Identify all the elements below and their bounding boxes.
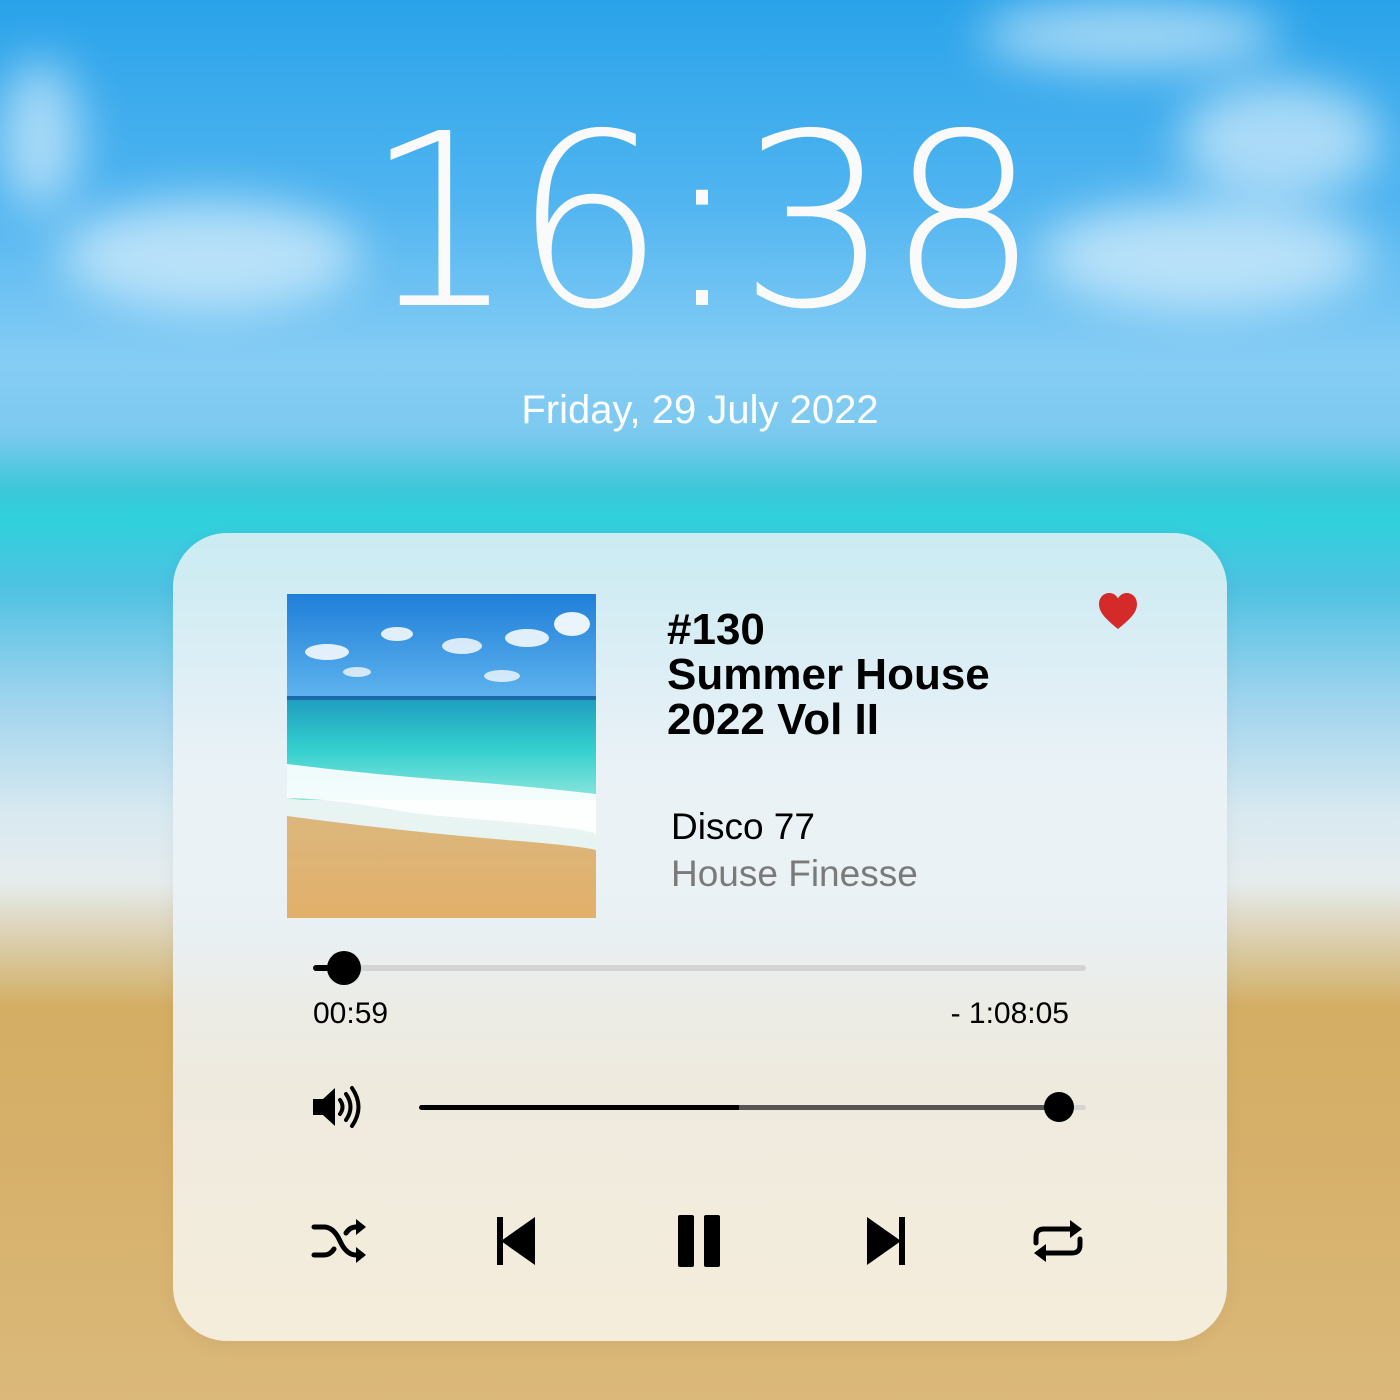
- shuffle-icon: [311, 1219, 366, 1263]
- background-cloud: [980, 0, 1280, 70]
- progress-bar[interactable]: [313, 951, 1086, 985]
- speaker-icon[interactable]: [311, 1081, 365, 1133]
- pause-icon: [678, 1215, 720, 1267]
- episode-number: #130: [667, 605, 765, 654]
- volume-fill: [419, 1105, 1060, 1110]
- episode-title: #130 Summer House 2022 Vol II: [667, 607, 1087, 742]
- next-button[interactable]: [857, 1213, 917, 1269]
- skip-next-icon: [867, 1217, 905, 1265]
- episode-volume: 2022 Vol II: [667, 695, 879, 744]
- lockscreen-time: 16:38: [364, 82, 1040, 362]
- volume-slider[interactable]: [419, 1092, 1086, 1122]
- repeat-button[interactable]: [1028, 1213, 1088, 1269]
- lockscreen-date: Friday, 29 July 2022: [521, 388, 879, 432]
- album-cover: [287, 594, 596, 918]
- shuffle-button[interactable]: [310, 1213, 370, 1269]
- remaining-time: - 1:08:05: [950, 997, 1069, 1030]
- pause-button[interactable]: [670, 1213, 730, 1269]
- episode-name: Summer House: [667, 650, 990, 699]
- artist-name: House Finesse: [671, 853, 918, 894]
- media-player-card: #130 Summer House 2022 Vol II Disco 77 H…: [173, 533, 1227, 1341]
- elapsed-time: 00:59: [313, 997, 389, 1030]
- volume-handle[interactable]: [1044, 1092, 1075, 1122]
- repeat-icon: [1033, 1220, 1083, 1262]
- previous-button[interactable]: [487, 1213, 547, 1269]
- skip-previous-icon: [497, 1217, 535, 1265]
- track-name: Disco 77: [671, 806, 815, 847]
- progress-handle[interactable]: [326, 951, 361, 985]
- heart-icon[interactable]: [1097, 591, 1139, 631]
